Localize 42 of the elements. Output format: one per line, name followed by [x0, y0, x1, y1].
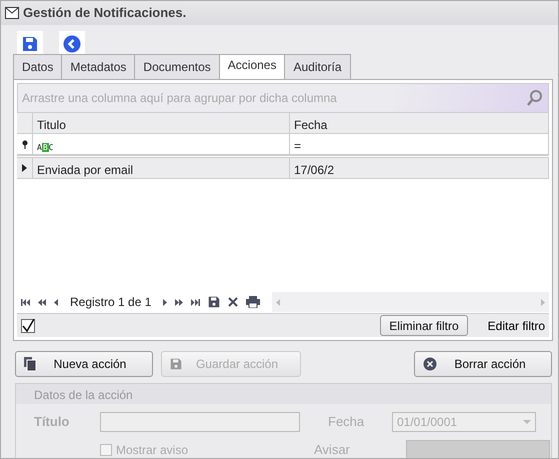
- field-label: Título: [34, 413, 70, 432]
- tab[interactable]: Datos: [13, 54, 62, 79]
- previous-page-icon[interactable]: [38, 298, 46, 306]
- field-label: Fecha: [328, 413, 366, 432]
- previous-icon[interactable]: [54, 298, 58, 306]
- column-header[interactable]: Fecha: [290, 113, 549, 134]
- save-icon: [170, 358, 182, 370]
- back-icon: [63, 35, 81, 53]
- new-action-button[interactable]: Nueva acción: [15, 351, 153, 377]
- group-hint: Arrastre una columna aquí para agrupar por dicha columna: [22, 90, 337, 107]
- pin-icon: [22, 140, 28, 148]
- next-page-icon[interactable]: [175, 298, 184, 306]
- field-label: Avisar: [314, 441, 351, 458]
- group-title: Datos de la acción: [16, 384, 551, 404]
- table-cell: Enviada por email: [33, 158, 290, 179]
- tab[interactable]: Auditoría: [284, 54, 351, 79]
- row-indicator-icon: [22, 164, 27, 172]
- table-cell: 17/06/2: [290, 158, 549, 179]
- copy-icon: [24, 357, 36, 371]
- save-icon: [22, 36, 38, 52]
- tab[interactable]: Metadatos: [61, 54, 136, 79]
- delete-action-button[interactable]: Borrar acción: [414, 351, 552, 377]
- search-icon[interactable]: [526, 89, 544, 107]
- print-icon[interactable]: [246, 296, 260, 308]
- close-circle-icon: [423, 357, 437, 371]
- edit-filter-link[interactable]: Editar filtro: [484, 316, 549, 336]
- filter-checkbox[interactable]: [21, 318, 35, 332]
- filter-cell[interactable]: ABC: [33, 134, 290, 155]
- last-icon[interactable]: [191, 298, 200, 306]
- first-icon[interactable]: [21, 298, 30, 306]
- next-icon[interactable]: [163, 298, 168, 306]
- tab[interactable]: Acciones: [218, 54, 286, 79]
- window-title: Gestión de Notificaciones.: [23, 4, 186, 22]
- tab[interactable]: Documentos: [134, 54, 220, 79]
- mail-icon: [5, 7, 19, 19]
- record-counter: Registro 1 de 1: [69, 294, 152, 311]
- close-icon[interactable]: [228, 297, 238, 307]
- column-header[interactable]: Titulo: [33, 113, 290, 134]
- save-icon[interactable]: [208, 296, 220, 308]
- filter-cell[interactable]: =: [290, 134, 549, 155]
- caret-icon: [523, 420, 531, 424]
- remove-filter-button[interactable]: Eliminar filtro: [380, 315, 468, 336]
